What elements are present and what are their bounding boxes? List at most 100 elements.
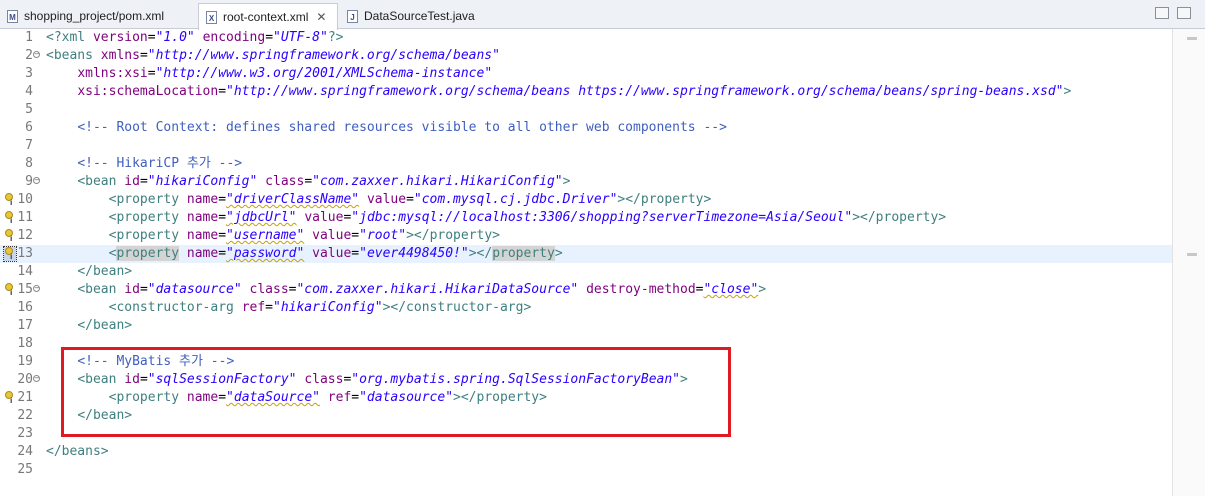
code-text[interactable]: <property name="username" value="root"><… — [46, 227, 500, 245]
code-token: > — [1063, 84, 1072, 99]
code-token: "jdbc:mysql://localhost:3306/shopping?se… — [351, 210, 853, 225]
code-token: <property — [108, 192, 187, 207]
tab-root-context-xml[interactable]: Xroot-context.xml ✕ — [198, 3, 338, 30]
code-token: = — [147, 66, 156, 81]
code-line[interactable]: 7 — [0, 137, 1172, 155]
code-line[interactable]: 4 xsi:schemaLocation="http://www.springf… — [0, 83, 1172, 101]
code-line[interactable]: 6 <!-- Root Context: defines shared reso… — [0, 119, 1172, 137]
tab-shopping-project-pom-xml[interactable]: Mshopping_project/pom.xml — [0, 3, 196, 29]
fold-collapse-icon[interactable]: − — [33, 375, 40, 382]
code-text[interactable]: xsi:schemaLocation="http://www.springfra… — [46, 83, 1071, 101]
maximize-button[interactable] — [1177, 7, 1191, 19]
code-line[interactable]: 3 xmlns:xsi="http://www.w3.org/2001/XMLS… — [0, 65, 1172, 83]
line-number: 21 — [17, 390, 33, 405]
code-token: </bean> — [77, 264, 133, 279]
code-line[interactable]: 17 </bean> — [0, 317, 1172, 335]
code-line[interactable]: i 12 <property name="username" value="roo… — [0, 227, 1172, 245]
code-line[interactable]: i 13 <property name="password" value="eve… — [0, 245, 1172, 263]
code-token: = — [265, 300, 273, 315]
line-number: 14 — [17, 264, 33, 279]
code-line[interactable]: 25 — [0, 461, 1172, 479]
code-text[interactable]: <bean id="datasource" class="com.zaxxer.… — [46, 281, 766, 299]
code-line[interactable]: 2− <beans xmlns="http://www.springframewo… — [0, 47, 1172, 65]
editor-tab-bar: Mshopping_project/pom.xml Xroot-context.x… — [0, 0, 1205, 30]
code-text[interactable]: <property name="jdbcUrl" value="jdbc:mys… — [46, 209, 947, 227]
code-text[interactable]: <!-- HikariCP 추가 --> — [46, 155, 242, 173]
code-token: = — [406, 192, 414, 207]
code-token: = — [265, 30, 274, 45]
fold-collapse-icon[interactable]: − — [33, 177, 40, 184]
tab-label: shopping_project/pom.xml — [24, 9, 165, 23]
code-line[interactable]: 24 </beans> — [0, 443, 1172, 461]
code-token: "jdbcUrl" — [226, 210, 297, 225]
code-token: "ever4498450!" — [359, 246, 469, 261]
fold-collapse-icon[interactable]: − — [33, 285, 40, 292]
code-text[interactable]: <constructor-arg ref="hikariConfig"></co… — [46, 299, 532, 317]
line-number: 1 — [25, 30, 33, 45]
overview-marker[interactable] — [1187, 253, 1197, 256]
close-tab-icon[interactable]: ✕ — [316, 10, 326, 24]
code-token: "http://www.springframework.org/schema/b… — [226, 84, 1064, 99]
code-text[interactable]: </bean> — [46, 317, 132, 335]
code-token: encoding — [202, 30, 266, 45]
code-token: "com.zaxxer.hikari.HikariDataSource" — [296, 282, 579, 297]
line-number: 22 — [17, 408, 33, 423]
mybatis-highlight-box — [61, 347, 731, 437]
code-token: "driverClassName" — [226, 192, 360, 207]
code-token: = — [218, 192, 227, 207]
code-token: "UTF-8" — [273, 30, 328, 45]
line-number: 3 — [25, 66, 33, 81]
tab-label: DataSourceTest.java — [364, 9, 475, 23]
code-line[interactable]: i 15− <bean id="datasource" class="com.za… — [0, 281, 1172, 299]
code-text[interactable]: </beans> — [46, 443, 109, 461]
code-token: "username" — [226, 228, 305, 243]
code-token: ></ — [468, 246, 493, 261]
overview-marker[interactable] — [1187, 37, 1197, 40]
code-token: = — [147, 30, 156, 45]
code-line[interactable]: i 10 <property name="driverClassName" val… — [0, 191, 1172, 209]
line-number: 24 — [17, 444, 33, 459]
line-number: 13 — [17, 246, 33, 261]
fold-collapse-icon[interactable]: − — [33, 51, 40, 58]
maven-pom-icon: M — [7, 9, 18, 23]
code-token: "http://www.springframework.org/schema/b… — [147, 48, 500, 63]
overview-ruler[interactable] — [1172, 29, 1205, 496]
code-line[interactable]: 5 — [0, 101, 1172, 119]
code-text[interactable]: <beans xmlns="http://www.springframework… — [46, 47, 500, 65]
code-line[interactable]: 8 <!-- HikariCP 추가 --> — [0, 155, 1172, 173]
code-token: value — [312, 246, 352, 261]
code-token: ref — [241, 300, 266, 315]
code-text[interactable]: <property name="driverClassName" value="… — [46, 191, 712, 209]
code-text[interactable]: <!-- Root Context: defines shared resour… — [46, 119, 727, 137]
code-token: </bean> — [77, 318, 133, 333]
code-line[interactable]: 9− <bean id="hikariConfig" class="com.za… — [0, 173, 1172, 191]
line-number: 16 — [17, 300, 33, 315]
code-token: = — [218, 246, 227, 261]
code-line[interactable]: 14 </bean> — [0, 263, 1172, 281]
line-number: 23 — [17, 426, 33, 441]
code-token: "com.mysql.cj.jdbc.Driver" — [413, 192, 618, 207]
code-text[interactable]: xmlns:xsi="http://www.w3.org/2001/XMLSch… — [46, 65, 492, 83]
line-number: 10 — [17, 192, 33, 207]
tab-datasourcetest-java[interactable]: J DataSourceTest.java — [340, 3, 482, 29]
code-line[interactable]: 16 <constructor-arg ref="hikariConfig"><… — [0, 299, 1172, 317]
code-line[interactable]: i 11 <property name="jdbcUrl" value="jdbc… — [0, 209, 1172, 227]
line-number: 7 — [25, 138, 33, 153]
code-token: <!-- Root Context: defines shared resour… — [77, 120, 727, 135]
java-file-icon: J — [347, 9, 358, 23]
code-line[interactable]: 1 <?xml version="1.0" encoding="UTF-8"?> — [0, 29, 1172, 47]
code-token: ></property> — [852, 210, 947, 225]
code-text[interactable]: </bean> — [46, 263, 132, 281]
code-token: id — [124, 282, 140, 297]
minimize-button[interactable] — [1155, 7, 1169, 19]
code-text[interactable]: <?xml version="1.0" encoding="UTF-8"?> — [46, 29, 343, 47]
code-text[interactable]: <bean id="hikariConfig" class="com.zaxxe… — [46, 173, 570, 191]
code-text[interactable]: <property name="password" value="ever449… — [46, 245, 563, 263]
